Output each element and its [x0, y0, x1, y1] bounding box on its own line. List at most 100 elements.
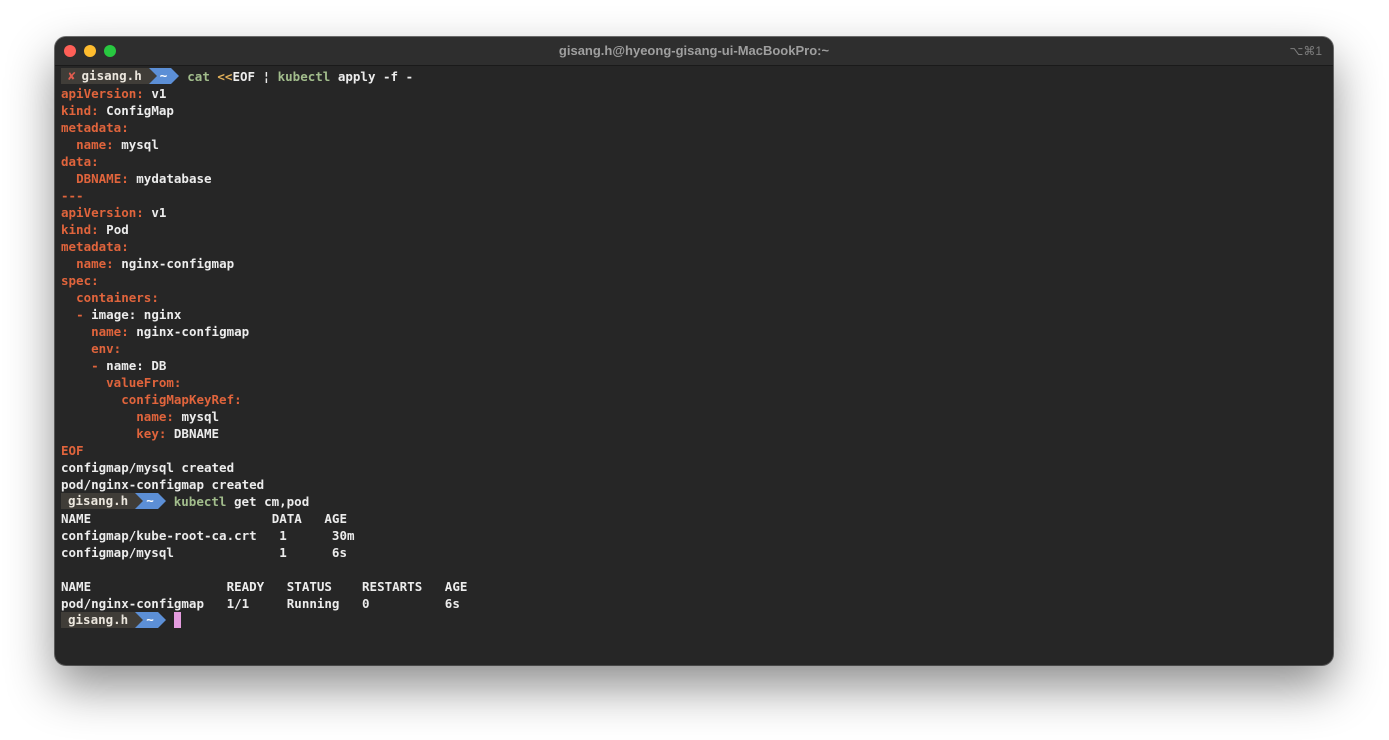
prompt-line: ✘ gisang.h ~ cat <<EOF ¦ kubectl apply -f - — [61, 68, 1327, 85]
yaml-indent — [61, 307, 76, 322]
prompt-user: gisang.h — [68, 612, 129, 627]
yaml-indent — [61, 392, 121, 407]
yaml-key: key: — [136, 426, 167, 441]
yaml-line: valueFrom: — [61, 374, 1327, 391]
yaml-indent — [61, 137, 76, 152]
terminal-output[interactable]: ✘ gisang.h ~ cat <<EOF ¦ kubectl apply -f -… — [61, 68, 1327, 629]
yaml-line: containers: — [61, 289, 1327, 306]
yaml-key: EOF — [61, 443, 84, 458]
yaml-input: apiVersion: v1 kind: ConfigMap metadata: n… — [61, 85, 1327, 459]
tab-shortcut: ⌥⌘1 — [1289, 44, 1322, 58]
yaml-key: metadata: — [61, 239, 129, 254]
command-name: cat — [187, 69, 210, 84]
yaml-key: containers: — [76, 290, 159, 305]
yaml-line: spec: — [61, 272, 1327, 289]
yaml-line: - image: nginx — [61, 306, 1327, 323]
yaml-key: apiVersion: — [61, 86, 144, 101]
yaml-indent — [61, 341, 91, 356]
yaml-key: apiVersion: — [61, 205, 144, 220]
yaml-value: v1 — [151, 205, 167, 220]
yaml-value: ConfigMap — [106, 103, 174, 118]
table-row: pod/nginx-configmap 1/1 Running 0 6s — [61, 596, 460, 611]
yaml-value: mysql — [121, 137, 159, 152]
yaml-line: name: nginx-configmap — [61, 255, 1327, 272]
table-header: NAME DATA AGE — [61, 511, 347, 526]
yaml-value: v1 — [151, 86, 167, 101]
text-cursor — [173, 612, 181, 628]
table-header: NAME READY STATUS RESTARTS AGE — [61, 579, 468, 594]
yaml-line: configMapKeyRef: — [61, 391, 1327, 408]
prompt-line: gisang.h ~ kubectl get cm,pod — [61, 493, 1327, 510]
yaml-indent — [61, 426, 136, 441]
window-title: gisang.h@hyeong-gisang-ui-MacBookPro:~ — [558, 43, 830, 58]
yaml-value: DBNAME — [173, 426, 220, 441]
yaml-key: data: — [61, 154, 99, 169]
yaml-indent — [61, 324, 91, 339]
yaml-line: apiVersion: v1 — [61, 85, 1327, 102]
prompt-dir: ~ — [146, 493, 154, 508]
yaml-line: kind: Pod — [61, 221, 1327, 238]
yaml-line: kind: ConfigMap — [61, 102, 1327, 119]
command-args: apply -f - — [337, 69, 414, 84]
yaml-value: nginx-configmap — [121, 256, 235, 271]
terminal-window: gisang.h@hyeong-gisang-ui-MacBookPro:~ ⌥… — [55, 37, 1333, 665]
prompt-user: gisang.h — [68, 493, 129, 508]
yaml-key: kind: — [61, 222, 99, 237]
yaml-line: - name: DB — [61, 357, 1327, 374]
yaml-key: name: — [76, 137, 114, 152]
table-row: configmap/kube-root-ca.crt 1 30m — [61, 528, 355, 543]
yaml-line: key: DBNAME — [61, 425, 1327, 442]
yaml-line: --- — [61, 187, 1327, 204]
yaml-value: nginx-configmap — [136, 324, 250, 339]
yaml-line: apiVersion: v1 — [61, 204, 1327, 221]
yaml-line: EOF — [61, 442, 1327, 459]
output-line: pod/nginx-configmap created — [61, 477, 265, 492]
prompt-user-segment: gisang.h — [61, 612, 136, 628]
title-bar: gisang.h@hyeong-gisang-ui-MacBookPro:~ ⌥… — [55, 37, 1333, 66]
yaml-line: name: mysql — [61, 408, 1327, 425]
yaml-line: env: — [61, 340, 1327, 357]
yaml-line: name: nginx-configmap — [61, 323, 1327, 340]
yaml-line: metadata: — [61, 238, 1327, 255]
yaml-value: mydatabase — [136, 171, 212, 186]
yaml-key: - — [91, 358, 99, 373]
command-name: kubectl — [173, 494, 227, 509]
table-row: configmap/mysql 1 6s — [61, 545, 347, 560]
yaml-key: --- — [61, 188, 84, 203]
heredoc-delimiter: EOF — [232, 69, 256, 84]
yaml-key: metadata: — [61, 120, 129, 135]
prompt-user-segment: gisang.h — [61, 493, 136, 509]
prompt-line[interactable]: gisang.h ~ — [61, 612, 1327, 629]
yaml-key: spec: — [61, 273, 99, 288]
yaml-key: - — [76, 307, 84, 322]
command-name: kubectl — [277, 69, 331, 84]
prompt-user: gisang.h — [81, 68, 142, 83]
prompt-dir: ~ — [159, 68, 168, 83]
yaml-indent — [61, 409, 136, 424]
yaml-value: mysql — [181, 409, 220, 424]
command-args: get cm,pod — [233, 494, 310, 509]
yaml-value: name: DB — [106, 358, 167, 373]
yaml-key: name: — [91, 324, 129, 339]
prompt-dir-segment: ~ — [148, 68, 179, 84]
yaml-value: Pod — [106, 222, 129, 237]
yaml-key: name: — [136, 409, 174, 424]
yaml-key: valueFrom: — [106, 375, 182, 390]
prompt-dir-segment: ~ — [135, 612, 166, 628]
output-line: configmap/mysql created — [61, 460, 235, 475]
yaml-line: name: mysql — [61, 136, 1327, 153]
yaml-indent — [61, 171, 76, 186]
pipe-symbol: ¦ — [262, 69, 271, 84]
yaml-key: kind: — [61, 103, 99, 118]
yaml-indent — [61, 290, 76, 305]
yaml-indent — [61, 256, 76, 271]
heredoc-operator: << — [217, 69, 233, 84]
yaml-indent — [61, 375, 106, 390]
prompt-dir-segment: ~ — [135, 493, 166, 509]
yaml-key: configMapKeyRef: — [121, 392, 242, 407]
yaml-indent — [61, 358, 91, 373]
yaml-value: image: nginx — [91, 307, 182, 322]
yaml-key: env: — [91, 341, 122, 356]
yaml-line: metadata: — [61, 119, 1327, 136]
